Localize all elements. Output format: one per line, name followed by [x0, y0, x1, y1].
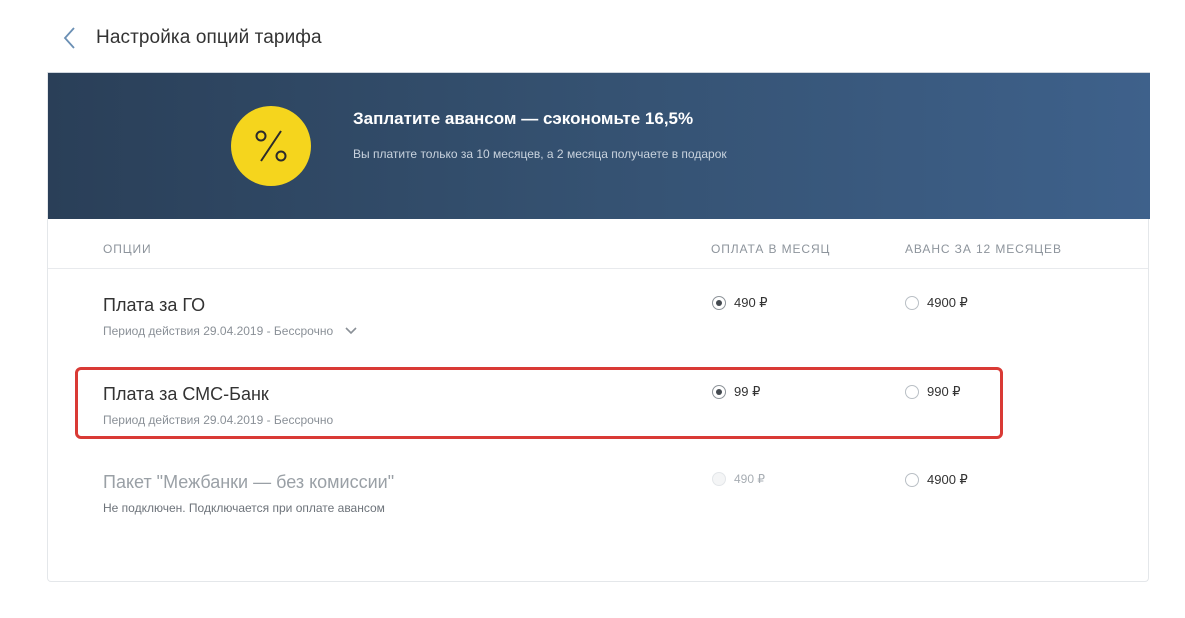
advance-option[interactable]: 4900 ₽ [905, 472, 968, 488]
advance-radio[interactable] [905, 296, 919, 310]
advance-radio[interactable] [905, 473, 919, 487]
back-button[interactable] [60, 26, 82, 50]
advance-option[interactable]: 990 ₽ [905, 384, 961, 400]
tariff-options-card: Заплатите авансом — сэкономьте 16,5% Вы … [47, 72, 1150, 582]
page-title: Настройка опций тарифа [96, 27, 322, 48]
monthly-radio[interactable] [712, 385, 726, 399]
monthly-radio [712, 472, 726, 486]
option-period: Период действия 29.04.2019 - Бессрочно [103, 324, 334, 338]
option-period: Не подключен. Подключается при оплате ав… [103, 501, 385, 515]
column-header-options: ОПЦИИ [103, 242, 152, 256]
advance-price: 990 ₽ [927, 384, 961, 399]
banner-subtitle: Вы платите только за 10 месяцев, а 2 мес… [353, 147, 727, 161]
option-name: Плата за ГО [103, 295, 206, 315]
monthly-option: 490 ₽ [712, 472, 765, 486]
advance-price: 4900 ₽ [927, 472, 968, 487]
option-period: Период действия 29.04.2019 - Бессрочно [103, 413, 334, 427]
prepay-banner: Заплатите авансом — сэкономьте 16,5% Вы … [48, 72, 1150, 219]
banner-title: Заплатите авансом — сэкономьте 16,5% [353, 109, 694, 128]
page-header: Настройка опций тарифа [0, 0, 1185, 72]
column-header-monthly: ОПЛАТА В МЕСЯЦ [711, 242, 831, 256]
option-name: Пакет "Межбанки — без комиссии" [103, 472, 395, 492]
advance-radio[interactable] [905, 385, 919, 399]
header-divider [48, 268, 1148, 269]
monthly-option[interactable]: 490 ₽ [712, 295, 768, 311]
option-name: Плата за СМС-Банк [103, 384, 269, 404]
advance-price: 4900 ₽ [927, 295, 968, 310]
option-period-wrap: Период действия 29.04.2019 - Бессрочно [103, 324, 358, 339]
monthly-price: 99 ₽ [734, 384, 761, 399]
column-header-advance: АВАНС ЗА 12 МЕСЯЦЕВ [905, 242, 1062, 256]
percent-icon [231, 106, 311, 186]
monthly-radio[interactable] [712, 296, 726, 310]
monthly-price: 490 ₽ [734, 472, 765, 486]
monthly-option[interactable]: 99 ₽ [712, 384, 760, 400]
monthly-price: 490 ₽ [734, 295, 768, 310]
chevron-left-icon [63, 27, 75, 49]
advance-option[interactable]: 4900 ₽ [905, 295, 968, 311]
chevron-down-icon[interactable] [344, 325, 358, 339]
